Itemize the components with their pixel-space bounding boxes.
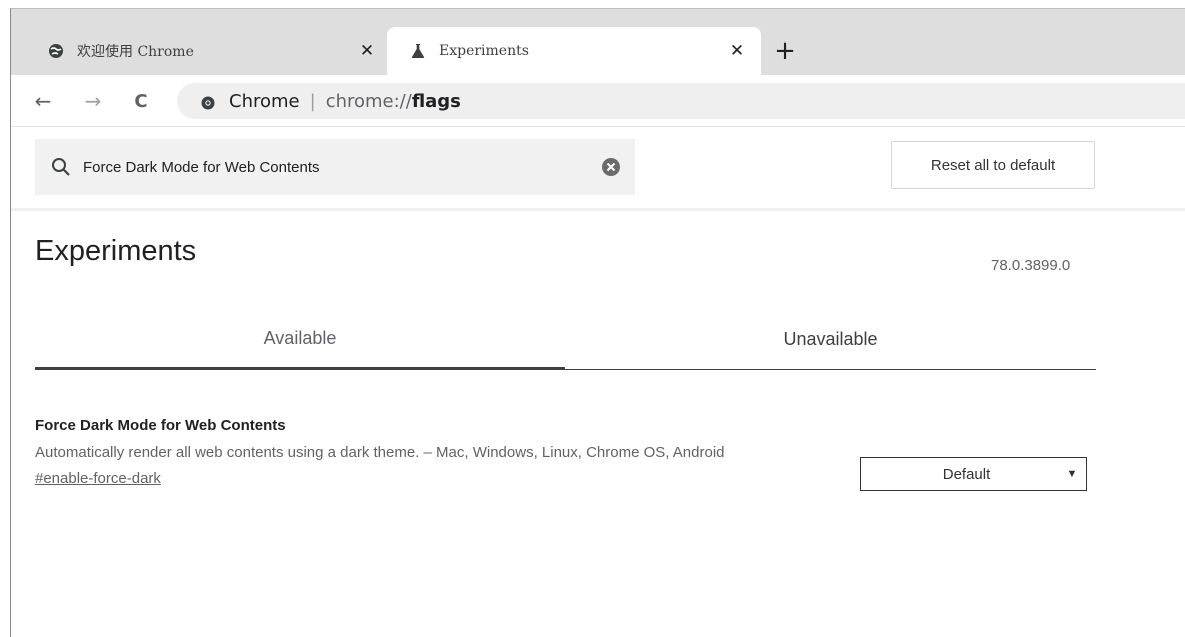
experiment-item: Force Dark Mode for Web Contents Automat… — [35, 417, 1096, 491]
select-value: Default — [942, 465, 991, 483]
tab-title: Experiments — [439, 43, 529, 59]
globe-icon — [47, 42, 65, 60]
site-name: Chrome — [229, 90, 300, 112]
address-bar[interactable]: Chrome | chrome:// flags — [177, 83, 1185, 119]
experiment-permalink[interactable]: #enable-force-dark — [35, 470, 161, 487]
experiment-state-select[interactable]: Default ▼ — [860, 457, 1087, 491]
toolbar: ← → C Chrome | chrome:// flags — [11, 75, 1185, 127]
search-input[interactable] — [83, 158, 601, 176]
back-button[interactable]: ← — [31, 89, 55, 113]
page-title: Experiments — [35, 235, 197, 267]
experiment-description: Automatically render all web contents us… — [35, 444, 725, 461]
tab-experiments[interactable]: Experiments ✕ — [387, 27, 761, 75]
clear-search-icon[interactable] — [601, 157, 621, 177]
flags-header: Reset all to default — [11, 127, 1185, 211]
flask-icon — [409, 42, 427, 60]
experiment-name: Force Dark Mode for Web Contents — [35, 417, 286, 434]
url-path: flags — [411, 90, 461, 112]
new-tab-button[interactable]: + — [771, 36, 799, 66]
tab-strip: 欢迎使用 Chrome ✕ Experiments ✕ + — [11, 9, 1185, 75]
tab-available[interactable]: Available — [35, 309, 565, 370]
url-separator: | — [309, 90, 316, 112]
chrome-icon — [201, 94, 215, 110]
browser-window: 欢迎使用 Chrome ✕ Experiments ✕ + ← → C Chro… — [10, 8, 1185, 637]
close-tab-icon[interactable]: ✕ — [727, 41, 747, 61]
url-scheme: chrome:// — [325, 90, 412, 112]
chevron-down-icon: ▼ — [1066, 468, 1078, 480]
version-label: 78.0.3899.0 — [991, 257, 1071, 274]
forward-button[interactable]: → — [81, 89, 105, 113]
tab-welcome[interactable]: 欢迎使用 Chrome ✕ — [33, 27, 391, 75]
tab-unavailable[interactable]: Unavailable — [565, 309, 1096, 370]
flag-tabs: Available Unavailable — [35, 309, 1096, 370]
tab-title: 欢迎使用 Chrome — [77, 44, 194, 60]
search-icon — [51, 157, 71, 177]
reload-button[interactable]: C — [129, 89, 153, 113]
close-tab-icon[interactable]: ✕ — [357, 41, 377, 61]
search-box — [35, 139, 635, 195]
reset-all-button[interactable]: Reset all to default — [891, 141, 1095, 189]
